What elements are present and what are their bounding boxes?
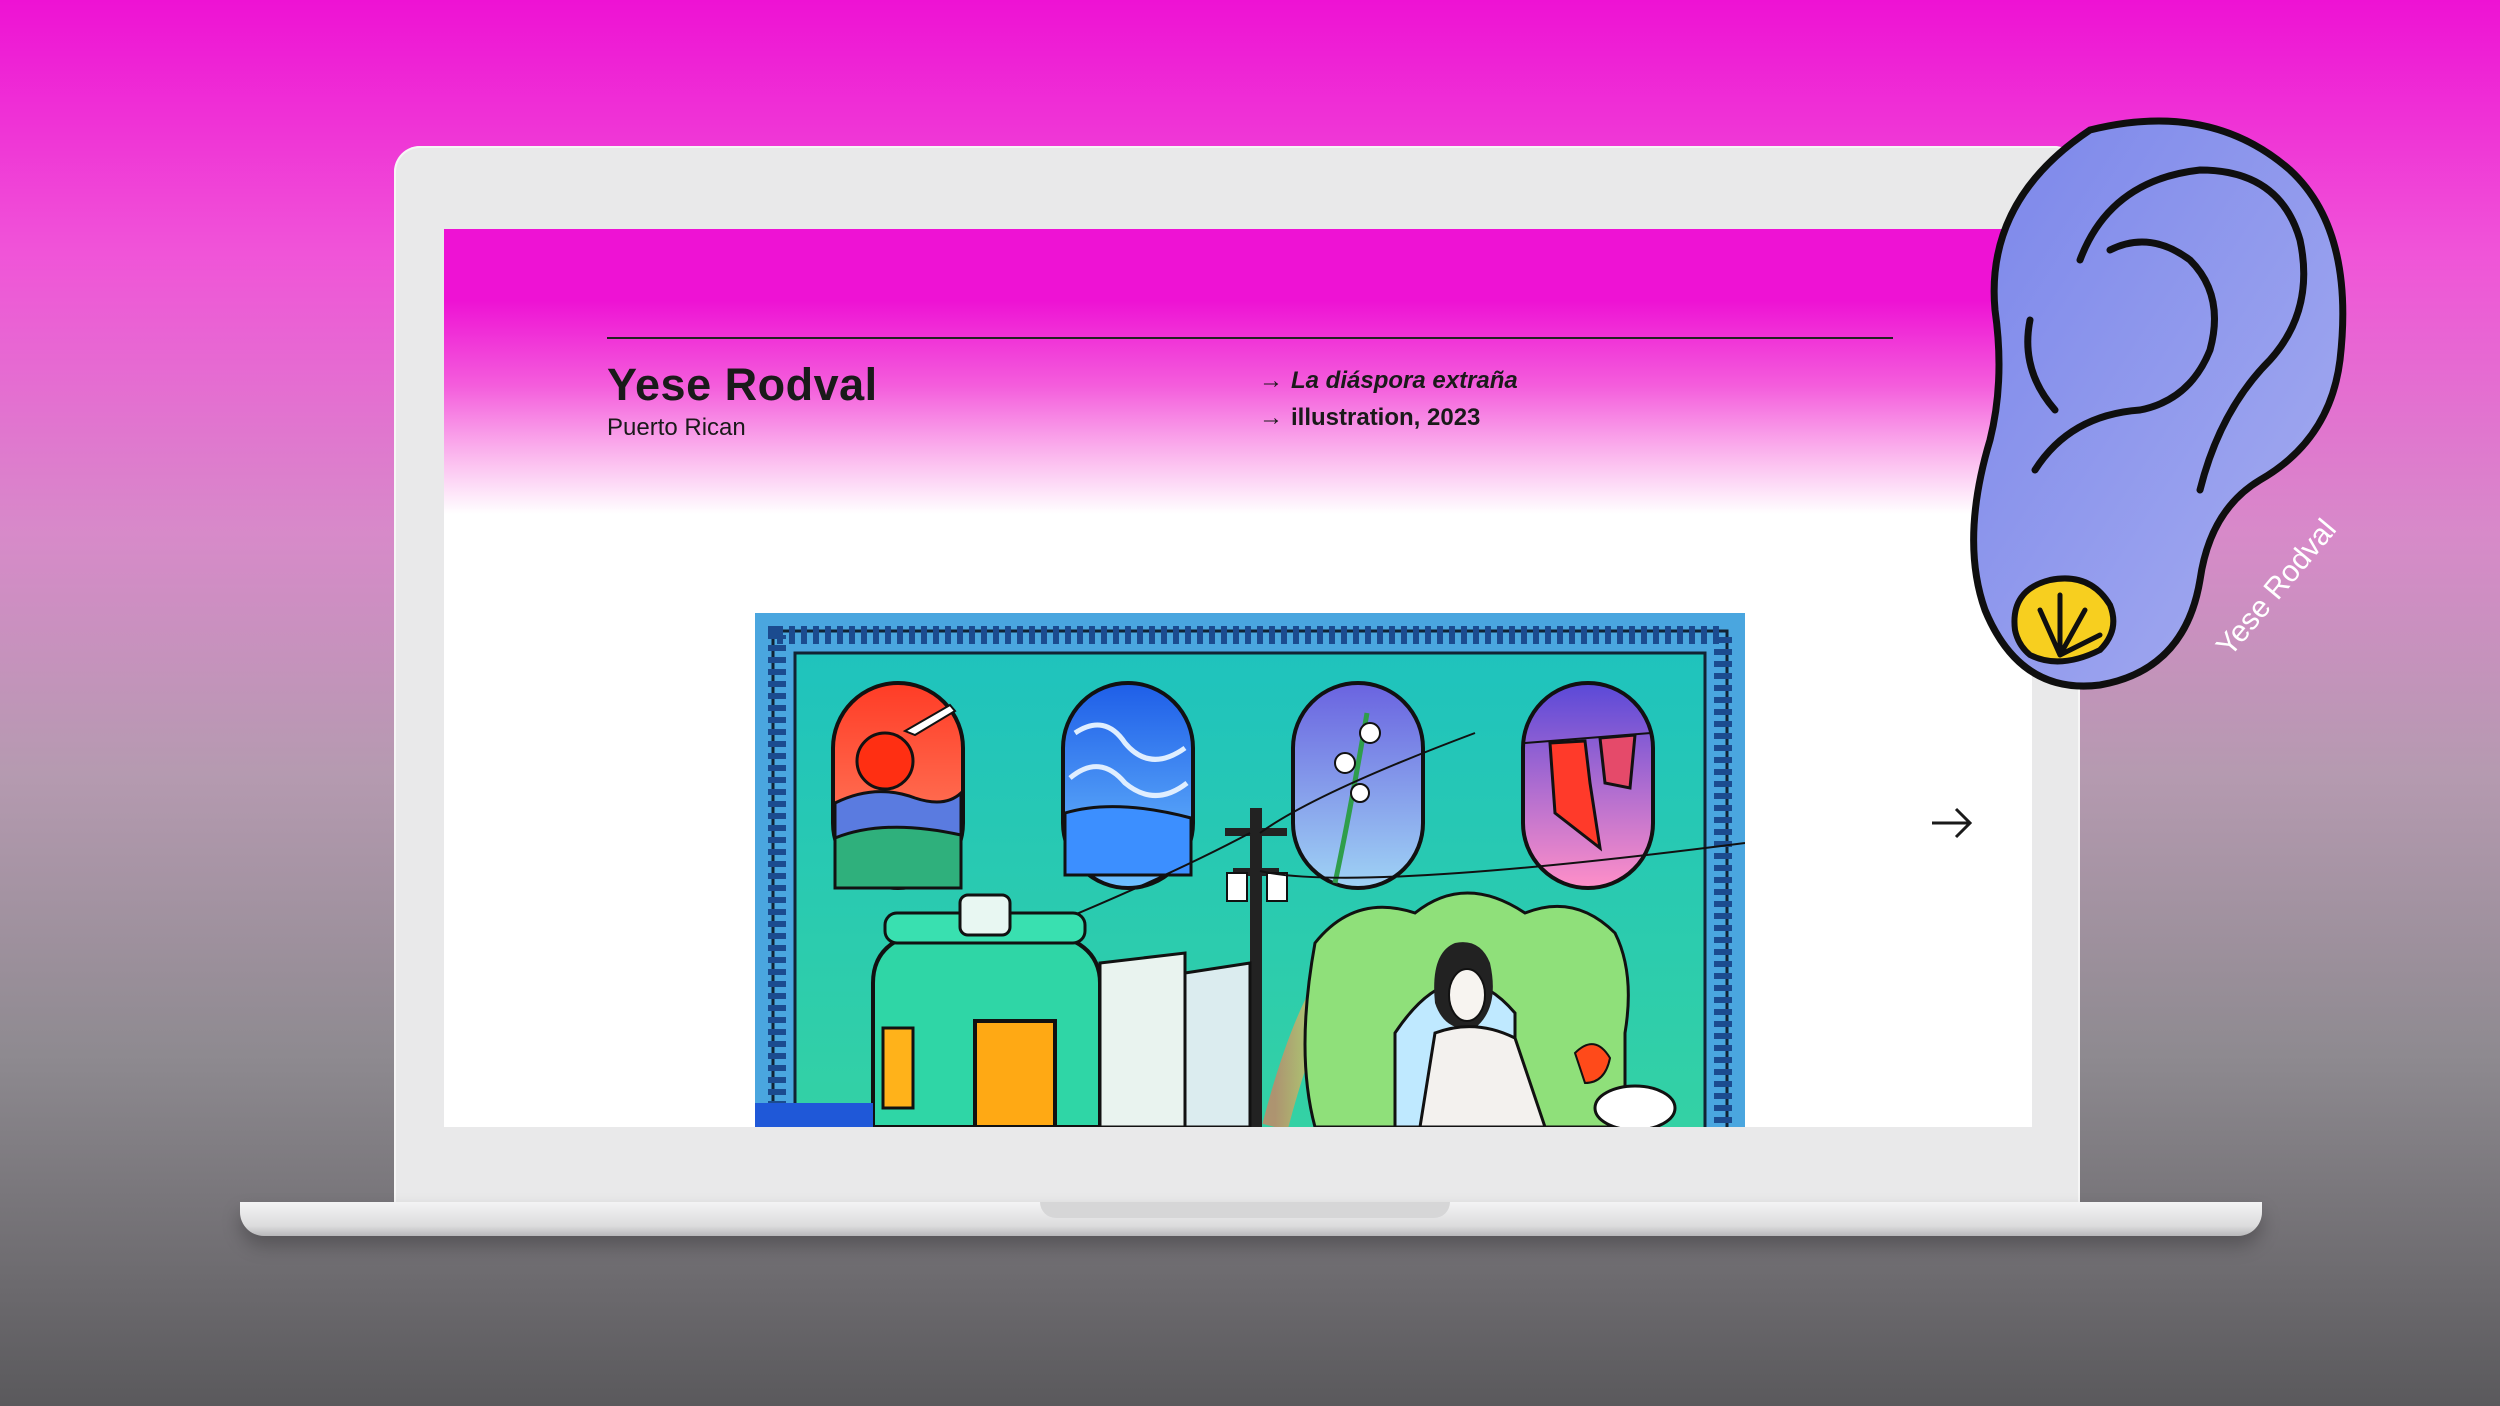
artist-name: Yese Rodval	[607, 359, 878, 410]
laptop-notch	[1040, 1202, 1450, 1218]
sticker-label: Yese Rodval	[2210, 513, 2343, 662]
arrow-right-icon: →	[1259, 367, 1283, 394]
shell-earring-icon	[2011, 575, 2117, 665]
work-title-link[interactable]: → La diáspora extraña	[1259, 367, 1518, 395]
work-type-link[interactable]: → illustration, 2023	[1259, 404, 1480, 432]
arrow-right-icon[interactable]	[1928, 799, 1976, 847]
work-title: La diáspora extraña	[1291, 367, 1518, 394]
work-type-year: illustration, 2023	[1291, 404, 1481, 431]
browser-screen: Yese Rodval Puerto Rican → La diáspora e…	[444, 229, 2032, 1127]
artwork-image	[755, 613, 1745, 1127]
arrow-right-icon: →	[1259, 404, 1283, 431]
ear-sticker: Yese Rodval	[1970, 117, 2347, 690]
artwork-illustration	[755, 613, 1745, 1127]
header-rule	[607, 337, 1893, 339]
artist-origin: Puerto Rican	[607, 414, 746, 441]
